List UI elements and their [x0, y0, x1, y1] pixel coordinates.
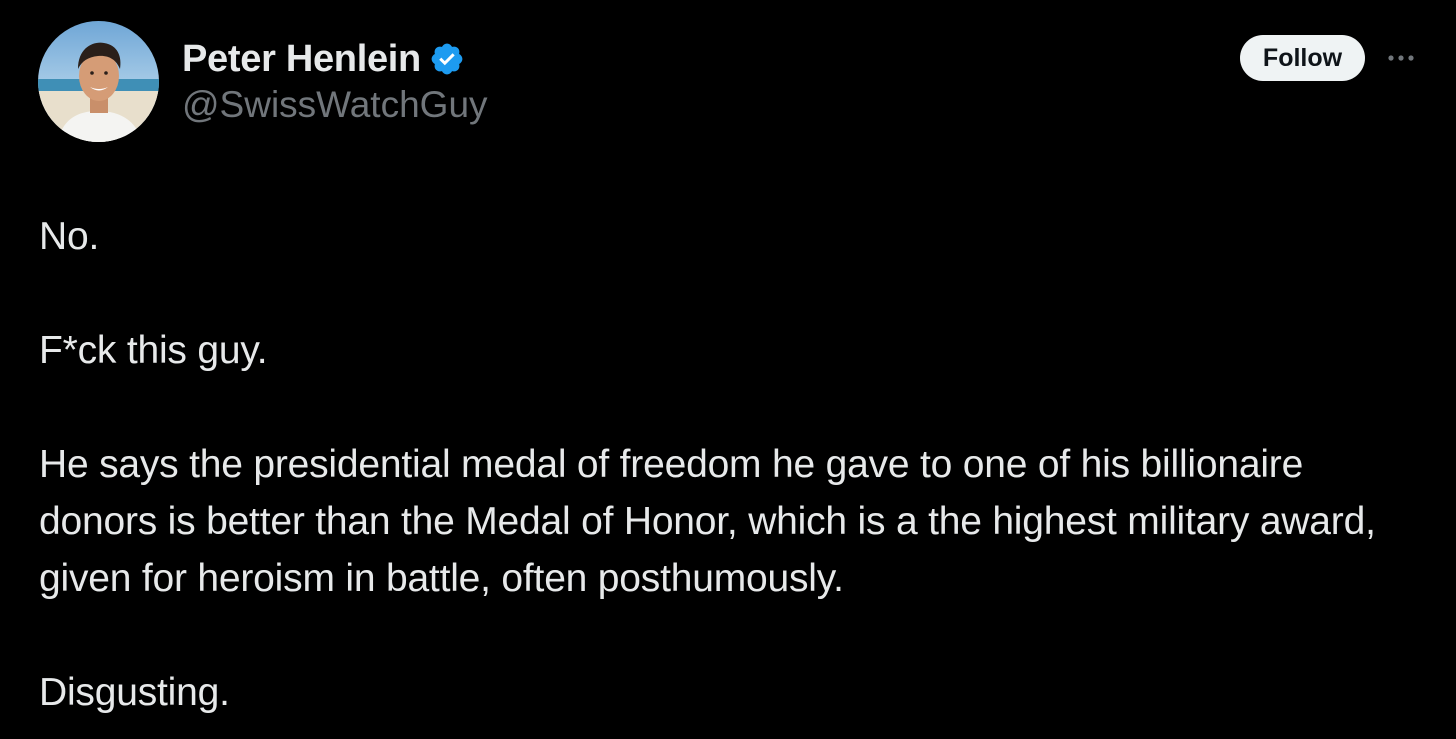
- tweet-text: No. F*ck this guy. He says the president…: [39, 208, 1419, 721]
- avatar-image: [38, 21, 159, 142]
- verified-badge-icon[interactable]: [429, 41, 465, 77]
- author-name-row: Peter Henlein: [182, 36, 465, 82]
- tweet-paragraph: F*ck this guy.: [39, 329, 268, 372]
- tweet-card: Peter Henlein @SwissWatchGuy Follow No. …: [0, 0, 1456, 739]
- author-handle[interactable]: @SwissWatchGuy: [182, 84, 488, 126]
- more-options-icon[interactable]: [1381, 42, 1421, 74]
- tweet-paragraph: No.: [39, 215, 100, 258]
- tweet-paragraph: Disgusting.: [39, 671, 230, 714]
- author-display-name[interactable]: Peter Henlein: [182, 38, 421, 81]
- follow-button[interactable]: Follow: [1240, 35, 1365, 81]
- avatar[interactable]: [38, 21, 159, 142]
- tweet-paragraph: He says the presidential medal of freedo…: [39, 443, 1387, 600]
